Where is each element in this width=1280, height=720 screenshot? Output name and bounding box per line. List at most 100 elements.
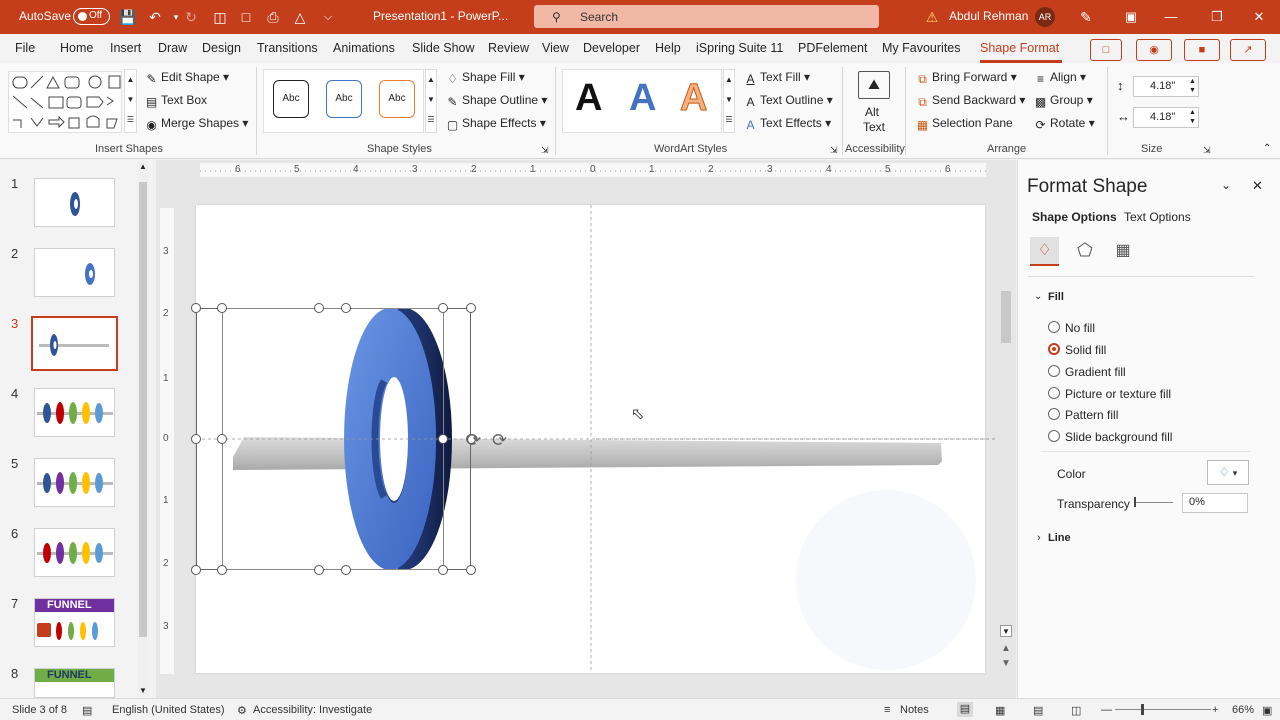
search-box[interactable]: ⚲ Search [534, 5, 879, 28]
resize-handle-n[interactable] [314, 303, 324, 313]
restore-icon[interactable]: ❐ [1205, 7, 1229, 27]
resize-handle-ne-inner[interactable] [438, 303, 448, 313]
redo-icon[interactable]: ↻ [181, 7, 201, 27]
wordart-style-black[interactable]: A [575, 77, 602, 120]
alt-text-label-1[interactable]: Alt [865, 105, 879, 119]
save-icon[interactable]: 💾 [118, 7, 138, 27]
print-icon[interactable]: ⎙ [263, 7, 283, 27]
fill-line-icon[interactable]: ♢ [1030, 237, 1059, 266]
zoom-slider-thumb[interactable] [1141, 704, 1144, 715]
gradient-fill-radio[interactable] [1048, 365, 1060, 377]
solid-fill-label[interactable]: Solid fill [1065, 343, 1106, 357]
alt-text-label-2[interactable]: Text [863, 120, 885, 134]
shape-styles-launcher-icon[interactable]: ⇲ [541, 145, 549, 156]
previous-slide-icon[interactable]: ▲ [1001, 643, 1011, 654]
no-fill-label[interactable]: No fill [1065, 321, 1095, 335]
gradient-fill-label[interactable]: Gradient fill [1065, 365, 1126, 379]
reading-view-icon[interactable]: ▤ [1033, 704, 1043, 717]
resize-handle-sw-inner[interactable] [217, 565, 227, 575]
tab-developer[interactable]: Developer [583, 41, 640, 55]
shape-styles-scroll[interactable]: ▲ ▼ ☰ [425, 69, 437, 133]
slide-thumbnail-3[interactable] [31, 316, 118, 371]
tab-file[interactable]: File [15, 41, 35, 55]
slide-thumbnail-4[interactable] [34, 388, 115, 437]
tab-pdfelement[interactable]: PDFelement [798, 41, 867, 55]
picture-fill-label[interactable]: Picture or texture fill [1065, 387, 1171, 401]
close-icon[interactable]: ✕ [1247, 7, 1271, 27]
tab-draw[interactable]: Draw [158, 41, 187, 55]
wordart-scroll[interactable]: ▲ ▼ ☰ [723, 69, 735, 133]
group-button[interactable]: ▩ Group ▾ [1034, 93, 1093, 109]
rotate-button[interactable]: ⟳ Rotate ▾ [1034, 116, 1094, 132]
fit-to-window-icon[interactable]: ▣ [1262, 704, 1272, 717]
color-picker-button[interactable]: ♢ ▾ [1207, 460, 1249, 485]
transparency-slider-thumb[interactable] [1134, 497, 1136, 507]
minimize-icon[interactable]: — [1159, 7, 1183, 27]
resize-handle-sw[interactable] [191, 565, 201, 575]
resize-handle-w[interactable] [191, 434, 201, 444]
resize-handle-nw-inner[interactable] [217, 303, 227, 313]
comments-button[interactable]: □ [1090, 39, 1122, 61]
shape-style-blue[interactable]: Abc [326, 80, 362, 118]
wordart-style-blue[interactable]: A [629, 77, 656, 120]
slide-thumbnail-1[interactable] [34, 178, 115, 227]
slide-background-fill-radio[interactable] [1048, 430, 1060, 442]
text-effects-button[interactable]: A Text Effects ▾ [744, 116, 831, 132]
shape-outline-button[interactable]: ✎ Shape Outline ▾ [446, 93, 547, 109]
slide-sorter-icon[interactable]: ▦ [995, 704, 1005, 717]
slide-thumbnail-5[interactable] [34, 458, 115, 507]
teams-button[interactable]: ■ [1184, 39, 1220, 61]
tab-shape-format[interactable]: Shape Format [980, 41, 1059, 55]
shape-effects-button[interactable]: ▢ Shape Effects ▾ [446, 116, 546, 132]
user-name[interactable]: Abdul Rehman [949, 9, 1028, 23]
resize-handle-e-inner[interactable] [438, 434, 448, 444]
width-spinner[interactable]: ▲ ▼ [1189, 108, 1196, 126]
resize-handle-w-inner[interactable] [217, 434, 227, 444]
resize-handle-nw[interactable] [191, 303, 201, 313]
spelling-icon[interactable]: ▤ [82, 704, 92, 717]
language-indicator[interactable]: English (United States) [112, 704, 225, 716]
selection-pane-button[interactable]: ▦ Selection Pane [916, 116, 1013, 132]
slide-thumbnail-6[interactable] [34, 528, 115, 577]
autosave-toggle[interactable]: Off [73, 8, 110, 25]
tab-help[interactable]: Help [655, 41, 681, 55]
send-backward-button[interactable]: ⧉ Send Backward ▾ [916, 93, 1025, 109]
zoom-slider[interactable] [1115, 709, 1211, 710]
text-outline-button[interactable]: A Text Outline ▾ [744, 93, 832, 109]
slideshow-view-icon[interactable]: ◫ [1071, 704, 1081, 717]
collapse-ribbon-icon[interactable]: ⌃ [1263, 143, 1271, 154]
text-fill-button[interactable]: A Text Fill ▾ [744, 70, 810, 86]
zoom-out-icon[interactable]: — [1101, 704, 1112, 716]
pen-icon[interactable]: ✎ [1076, 7, 1096, 27]
avatar[interactable]: AR [1035, 7, 1055, 27]
tab-text-options[interactable]: Text Options [1124, 210, 1191, 224]
zoom-level[interactable]: 66% [1232, 704, 1254, 716]
record-button[interactable]: ◉ [1136, 39, 1172, 61]
warning-icon[interactable]: ⚠ [922, 7, 942, 27]
shapes-gallery-scroll[interactable]: ▲ ▼ ☰ [124, 69, 137, 133]
tab-review[interactable]: Review [488, 41, 529, 55]
wordart-launcher-icon[interactable]: ⇲ [830, 145, 838, 156]
wordart-style-orange[interactable]: A [679, 77, 707, 120]
tab-design[interactable]: Design [202, 41, 241, 55]
canvas-scrollbar[interactable]: ▼ ▲ ▼ [999, 163, 1013, 683]
transparency-slider[interactable] [1135, 502, 1173, 503]
size-properties-icon[interactable]: ▦ [1110, 237, 1136, 266]
pane-options-chevron-icon[interactable]: ⌄ [1221, 178, 1231, 192]
normal-view-icon[interactable]: ▤ [957, 702, 973, 717]
ribbon-display-icon[interactable]: ▣ [1119, 7, 1143, 27]
scroll-up-icon[interactable]: ▲ [139, 162, 147, 171]
bring-forward-button[interactable]: ⧉ Bring Forward ▾ [916, 70, 1017, 86]
picture-fill-radio[interactable] [1048, 387, 1060, 399]
resize-handle-ne[interactable] [466, 303, 476, 313]
slide-thumbnail-7[interactable]: FUNNEL [34, 598, 115, 647]
line-section-chevron-icon[interactable]: › [1037, 532, 1041, 544]
fill-section-chevron-icon[interactable]: ⌄ [1034, 291, 1042, 302]
scroll-down-icon[interactable]: ▼ [139, 686, 147, 695]
solid-fill-radio[interactable] [1048, 343, 1060, 355]
shape-style-orange[interactable]: Abc [379, 80, 415, 118]
rotate-handle-icon[interactable]: ⟳ [466, 430, 481, 451]
slide-thumbnail-8[interactable]: FUNNEL [34, 668, 115, 698]
tab-insert[interactable]: Insert [110, 41, 141, 55]
alt-text-icon[interactable]: ⛰ [858, 71, 890, 99]
